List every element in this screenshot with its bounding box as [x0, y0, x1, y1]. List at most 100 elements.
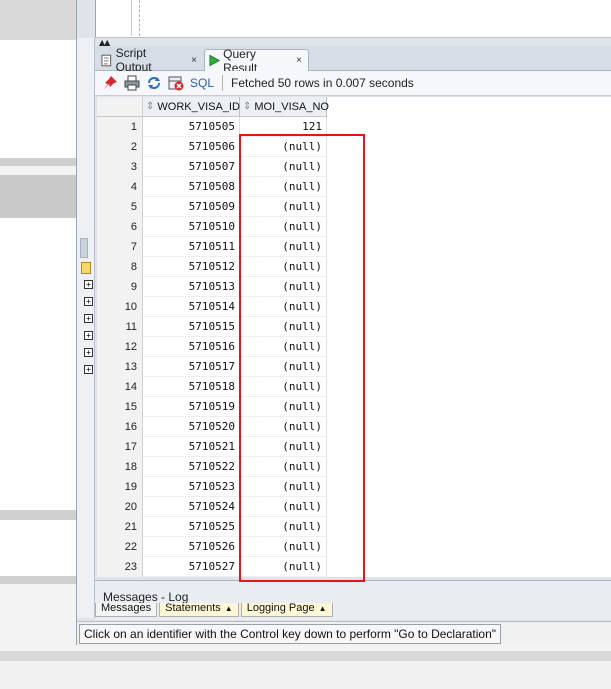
cell-work-visa-id[interactable]: 5710514	[143, 297, 240, 317]
row-number[interactable]: 11	[97, 317, 143, 337]
toolbar-separator	[222, 75, 224, 91]
cell-work-visa-id[interactable]: 5710521	[143, 437, 240, 457]
cell-work-visa-id[interactable]: 5710527	[143, 557, 240, 577]
row-number[interactable]: 9	[97, 277, 143, 297]
row-number[interactable]: 4	[97, 177, 143, 197]
column-header-label: MOI_VISA_NO	[254, 100, 329, 113]
sql-button[interactable]: SQL	[190, 76, 214, 90]
cell-work-visa-id[interactable]: 5710513	[143, 277, 240, 297]
fetch-status: Fetched 50 rows in 0.007 seconds	[231, 76, 414, 90]
log-tab-logging-page[interactable]: Logging Page ▲	[240, 603, 333, 617]
row-number[interactable]: 13	[97, 357, 143, 377]
result-toolbar: SQL Fetched 50 rows in 0.007 seconds	[95, 71, 611, 96]
row-number[interactable]: 19	[97, 477, 143, 497]
row-number[interactable]: 21	[97, 517, 143, 537]
highlight-annotation	[239, 134, 365, 582]
cell-work-visa-id[interactable]: 5710517	[143, 357, 240, 377]
column-header-moi-visa-no[interactable]: ⇕ MOI_VISA_NO	[240, 97, 329, 117]
expand-icon[interactable]: +	[84, 314, 93, 323]
row-number[interactable]: 8	[97, 257, 143, 277]
row-number[interactable]: 17	[97, 437, 143, 457]
cell-work-visa-id[interactable]: 5710515	[143, 317, 240, 337]
editor-margin-line	[131, 0, 132, 36]
pin-icon[interactable]	[102, 75, 118, 91]
row-number[interactable]: 7	[97, 237, 143, 257]
close-icon[interactable]: ×	[191, 55, 197, 66]
cancel-query-icon[interactable]	[168, 75, 184, 91]
background-panel	[0, 175, 76, 218]
expand-icon[interactable]: +	[84, 297, 93, 306]
gutter-scrollbar[interactable]	[80, 238, 88, 258]
row-number[interactable]: 12	[97, 337, 143, 357]
log-tab-messages[interactable]: Messages	[95, 603, 158, 617]
expand-icon[interactable]: +	[84, 348, 93, 357]
tab-script-output[interactable]: Script Output ×	[97, 46, 203, 74]
cell-work-visa-id[interactable]: 5710518	[143, 377, 240, 397]
row-number[interactable]: 10	[97, 297, 143, 317]
cell-work-visa-id[interactable]: 5710520	[143, 417, 240, 437]
sort-icon[interactable]: ⇕	[146, 101, 154, 112]
row-number[interactable]: 6	[97, 217, 143, 237]
cell-work-visa-id[interactable]: 5710511	[143, 237, 240, 257]
row-number[interactable]: 22	[97, 537, 143, 557]
cell-work-visa-id[interactable]: 5710525	[143, 517, 240, 537]
row-number[interactable]: 16	[97, 417, 143, 437]
row-number[interactable]: 2	[97, 137, 143, 157]
row-number[interactable]: 1	[97, 117, 143, 137]
status-bar: Click on an identifier with the Control …	[77, 621, 611, 645]
row-number[interactable]: 15	[97, 397, 143, 417]
cell-work-visa-id[interactable]: 5710507	[143, 157, 240, 177]
result-tabbar: Script Output × Query Result ×	[95, 46, 611, 75]
log-tab-statements[interactable]: Statements ▲	[159, 603, 239, 617]
background-panel	[0, 661, 611, 689]
row-number[interactable]: 18	[97, 457, 143, 477]
folder-icon	[81, 262, 91, 274]
chevron-up-icon: ▲	[224, 604, 233, 613]
left-gutter: + + + + + +	[77, 38, 95, 618]
background-panel	[0, 40, 76, 158]
cell-work-visa-id[interactable]: 5710505	[143, 117, 240, 137]
cell-work-visa-id[interactable]: 5710516	[143, 337, 240, 357]
sql-editor[interactable]	[95, 0, 611, 38]
expand-icon[interactable]: +	[84, 280, 93, 289]
close-icon[interactable]: ×	[296, 55, 302, 66]
expand-icon[interactable]: +	[84, 365, 93, 374]
cell-work-visa-id[interactable]: 5710510	[143, 217, 240, 237]
cell-work-visa-id[interactable]: 5710509	[143, 197, 240, 217]
sort-icon[interactable]: ⇕	[243, 101, 251, 112]
cell-work-visa-id[interactable]: 5710512	[143, 257, 240, 277]
cell-work-visa-id[interactable]: 5710523	[143, 477, 240, 497]
messages-log-title: Messages - Log	[103, 590, 189, 604]
tab-query-result[interactable]: Query Result ×	[204, 47, 309, 75]
row-number[interactable]: 20	[97, 497, 143, 517]
cell-work-visa-id[interactable]: 5710522	[143, 457, 240, 477]
row-number[interactable]: 14	[97, 377, 143, 397]
cell-work-visa-id[interactable]: 5710519	[143, 397, 240, 417]
play-icon	[209, 54, 221, 67]
cell-work-visa-id[interactable]: 5710524	[143, 497, 240, 517]
background-divider	[0, 576, 76, 584]
log-tab-label: Messages	[101, 603, 152, 614]
print-icon[interactable]	[124, 75, 140, 91]
cell-work-visa-id[interactable]: 5710526	[143, 537, 240, 557]
background-divider	[0, 158, 76, 166]
cell-work-visa-id[interactable]: 5710506	[143, 137, 240, 157]
messages-log-panel: Messages - Log Messages Statements ▲ Logg…	[95, 580, 611, 620]
column-header-work-visa-id[interactable]: ⇕ WORK_VISA_ID	[143, 97, 240, 117]
row-number-header	[97, 97, 143, 117]
background-divider	[0, 651, 611, 661]
grid-header: ⇕ WORK_VISA_ID ⇕ MOI_VISA_NO	[97, 97, 329, 117]
column-header-label: WORK_VISA_ID	[157, 100, 240, 113]
background-panel	[0, 0, 76, 40]
row-number[interactable]: 5	[97, 197, 143, 217]
row-number[interactable]: 23	[97, 557, 143, 577]
background-divider	[0, 510, 76, 520]
tab-label: Script Output	[115, 46, 152, 74]
editor-guide-line	[139, 0, 140, 36]
expand-icon[interactable]: +	[84, 331, 93, 340]
chevron-up-icon: ▲	[318, 604, 327, 613]
cell-work-visa-id[interactable]: 5710508	[143, 177, 240, 197]
row-number[interactable]: 3	[97, 157, 143, 177]
refresh-icon[interactable]	[146, 75, 162, 91]
log-tabs: Messages Statements ▲ Logging Page ▲	[95, 603, 335, 617]
